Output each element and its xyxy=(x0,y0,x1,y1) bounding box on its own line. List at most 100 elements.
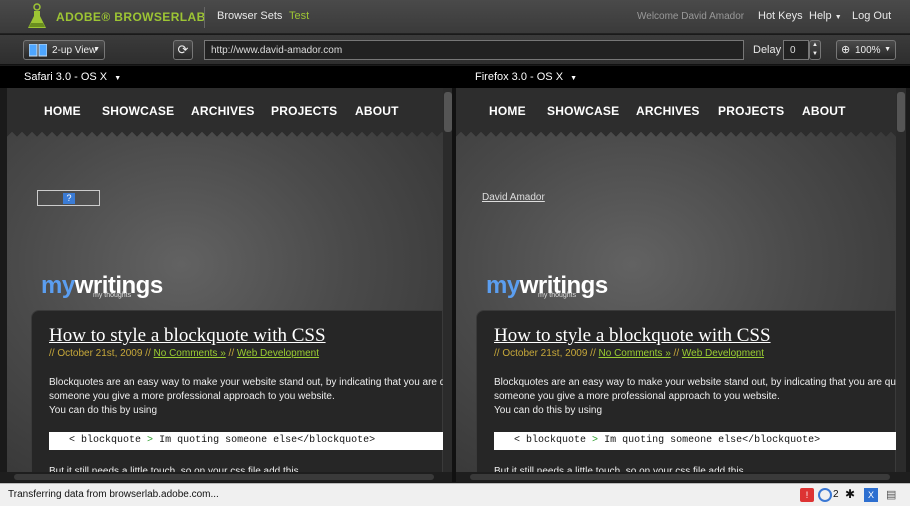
category-link[interactable]: Web Development xyxy=(682,348,764,359)
log-out-link[interactable]: Log Out xyxy=(852,10,891,22)
blog-post: How to style a blockquote with CSS // Oc… xyxy=(31,310,443,480)
code-block: < blockquote > Im quoting someone else</… xyxy=(49,432,443,450)
nav-projects[interactable]: PROJECTS xyxy=(718,104,784,118)
nav-projects[interactable]: PROJECTS xyxy=(271,104,337,118)
nav-archives[interactable]: ARCHIVES xyxy=(191,104,255,118)
comments-link[interactable]: No Comments » xyxy=(154,348,226,359)
logo-my: my xyxy=(41,272,75,299)
meta-sep: // xyxy=(228,348,235,359)
extension-icon[interactable]: X xyxy=(864,488,878,502)
delay-stepper[interactable]: ▲ ▼ xyxy=(809,40,821,60)
browser-sets-link[interactable]: Browser Sets xyxy=(217,10,282,22)
category-link[interactable]: Web Development xyxy=(237,348,319,359)
zoom-label: 100% xyxy=(855,45,881,56)
vertical-scrollbar-right[interactable] xyxy=(896,88,906,480)
help-label: Help xyxy=(809,10,832,22)
scroll-thumb[interactable] xyxy=(897,92,905,132)
refresh-icon: ⟳ xyxy=(177,42,189,57)
url-input[interactable]: http://www.david-amador.com xyxy=(204,40,744,60)
nav-about[interactable]: ABOUT xyxy=(802,104,846,118)
help-menu[interactable]: Help ▼ xyxy=(809,10,842,22)
nav-about[interactable]: ABOUT xyxy=(355,104,399,118)
preview-pane-safari: HOME SHOWCASE ARCHIVES PROJECTS ABOUT ? … xyxy=(7,88,443,480)
bug-icon[interactable]: ✱ xyxy=(845,487,855,501)
chat-bubble-icon[interactable] xyxy=(818,488,832,502)
test-link[interactable]: Test xyxy=(289,10,309,22)
chevron-down-icon: ▼ xyxy=(93,46,100,53)
logo-tagline: my thoughts xyxy=(93,292,132,299)
post-title-link[interactable]: How to style a blockquote with CSS xyxy=(49,325,326,347)
zoom-dropdown[interactable]: ⊕ 100% ▼ xyxy=(836,40,896,60)
preview-pane-firefox: HOME SHOWCASE ARCHIVES PROJECTS ABOUT Da… xyxy=(456,88,896,480)
popup-blocked-icon[interactable]: ! xyxy=(800,488,814,502)
menu-icon[interactable]: ▤ xyxy=(886,488,896,501)
code-block: < blockquote > Im quoting someone else</… xyxy=(494,432,896,450)
site-nav: HOME SHOWCASE ARCHIVES PROJECTS ABOUT xyxy=(7,88,443,130)
code-tag: < blockquote xyxy=(69,435,142,446)
nav-zigzag-edge xyxy=(7,130,443,138)
post-text-line: someone you give a more professional app… xyxy=(494,391,780,402)
code-tag: < blockquote xyxy=(514,435,587,446)
view-mode-label: 2-up View xyxy=(52,45,97,56)
two-up-view-icon xyxy=(29,44,47,57)
browser-selector-left[interactable]: Safari 3.0 - OS X ▼ xyxy=(0,66,455,88)
stepper-up-icon: ▲ xyxy=(812,42,818,48)
post-meta: // October 21st, 2009 // No Comments » /… xyxy=(494,348,764,359)
brand-title: ADOBE® BROWSERLAB xyxy=(56,10,206,24)
chevron-down-icon: ▼ xyxy=(834,14,842,21)
meta-sep: // xyxy=(673,348,680,359)
hot-keys-link[interactable]: Hot Keys xyxy=(758,10,803,22)
logo-tagline: my thoughts xyxy=(538,292,577,299)
status-text: Transferring data from browserlab.adobe.… xyxy=(8,489,219,500)
pane-divider[interactable] xyxy=(452,88,456,482)
comments-link[interactable]: No Comments » xyxy=(599,348,671,359)
blog-post: How to style a blockquote with CSS // Oc… xyxy=(476,310,896,480)
scroll-thumb[interactable] xyxy=(14,474,434,480)
nav-showcase[interactable]: SHOWCASE xyxy=(547,104,619,118)
welcome-text: Welcome David Amador xyxy=(637,11,745,22)
refresh-button[interactable]: ⟳ xyxy=(173,40,193,60)
status-bar: Transferring data from browserlab.adobe.… xyxy=(0,483,910,506)
view-mode-dropdown[interactable]: 2-up View ▼ xyxy=(23,40,105,60)
missing-image-icon: ? xyxy=(63,193,75,204)
delay-label: Delay xyxy=(753,44,782,56)
post-title-link[interactable]: How to style a blockquote with CSS xyxy=(494,325,771,347)
header-divider xyxy=(204,7,205,28)
code-symbol: > xyxy=(592,435,599,446)
logo-my: my xyxy=(486,272,520,299)
browser-name: Safari 3.0 - OS X xyxy=(24,71,108,83)
nav-archives[interactable]: ARCHIVES xyxy=(636,104,700,118)
toolbar: 2-up View ▼ ⟳ http://www.david-amador.co… xyxy=(0,35,910,65)
app-header: ADOBE® BROWSERLAB Browser Sets Test Welc… xyxy=(0,0,910,34)
code-text: Im quoting someone else</blockquote> xyxy=(604,435,821,446)
post-meta: // October 21st, 2009 // No Comments » /… xyxy=(49,348,319,359)
broken-image-placeholder: ? xyxy=(37,190,100,206)
chevron-down-icon: ▼ xyxy=(884,46,891,53)
nav-showcase[interactable]: SHOWCASE xyxy=(102,104,174,118)
chevron-down-icon: ▼ xyxy=(570,75,578,82)
browserlab-app: ADOBE® BROWSERLAB Browser Sets Test Welc… xyxy=(0,0,910,506)
post-text-line: You can do this by using xyxy=(494,405,603,416)
site-nav: HOME SHOWCASE ARCHIVES PROJECTS ABOUT xyxy=(456,88,896,130)
post-text-line: You can do this by using xyxy=(49,405,158,416)
horizontal-scrollbar-right[interactable] xyxy=(456,472,910,482)
chevron-down-icon: ▼ xyxy=(114,75,122,82)
nav-home[interactable]: HOME xyxy=(44,104,81,118)
post-text-line: someone you give a more professional app… xyxy=(49,391,335,402)
delay-input[interactable]: 0 xyxy=(783,40,809,60)
scroll-thumb[interactable] xyxy=(444,92,452,132)
browser-selector-right[interactable]: Firefox 3.0 - OS X ▼ xyxy=(455,66,910,88)
flask-logo-icon xyxy=(28,3,46,28)
post-text-line: Blockquotes are an easy way to make your… xyxy=(494,377,896,388)
post-date: // October 21st, 2009 // xyxy=(494,348,596,359)
magnifier-icon: ⊕ xyxy=(841,44,851,56)
notification-count: 2 xyxy=(833,489,839,500)
nav-zigzag-edge xyxy=(456,130,896,138)
browser-name: Firefox 3.0 - OS X xyxy=(475,71,564,83)
nav-home[interactable]: HOME xyxy=(489,104,526,118)
post-text-line: Blockquotes are an easy way to make your… xyxy=(49,377,443,388)
author-link[interactable]: David Amador xyxy=(482,192,545,203)
code-text: Im quoting someone else</blockquote> xyxy=(159,435,376,446)
horizontal-scrollbar-left[interactable] xyxy=(0,472,455,482)
scroll-thumb[interactable] xyxy=(470,474,890,480)
